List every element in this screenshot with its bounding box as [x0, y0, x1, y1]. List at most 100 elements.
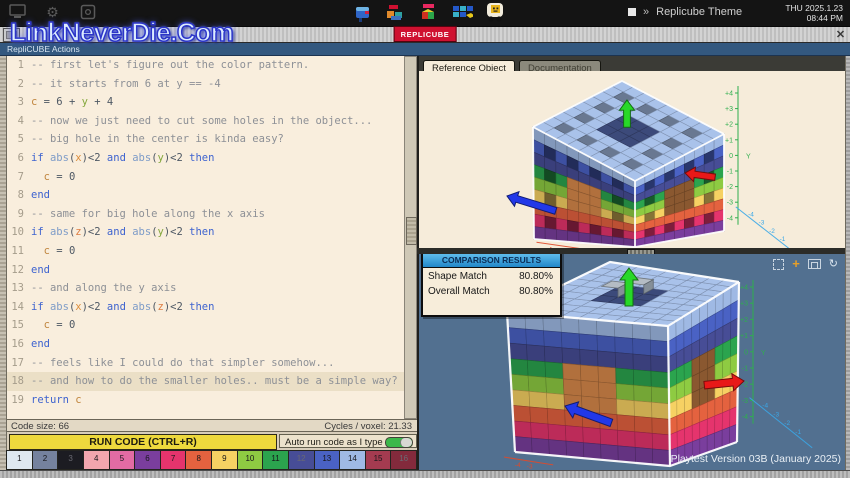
svg-text:+3: +3 [725, 106, 733, 113]
reference-object-view[interactable]: +4+3+2+10-1-2-3-4Y-4-3-4-3-2-1 [417, 71, 845, 248]
palette-swatch-14[interactable]: 14 [339, 450, 366, 470]
palette-swatch-12[interactable]: 12 [288, 450, 315, 470]
svg-text:-3: -3 [742, 398, 748, 405]
code-line[interactable]: 13-- and along the y axis [7, 279, 404, 298]
code-line[interactable]: 4-- now we just need to cut some holes i… [7, 112, 404, 131]
mailbox-app-icon[interactable] [352, 2, 374, 24]
line-number: 17 [7, 354, 31, 373]
frames-icon[interactable] [808, 259, 821, 269]
autorun-toggle[interactable] [385, 437, 413, 448]
reference-cube[interactable]: +4+3+2+10-1-2-3-4Y-4-3-4-3-2-1 [419, 71, 845, 248]
line-number: 19 [7, 391, 31, 410]
palette-swatch-8[interactable]: 8 [185, 450, 212, 470]
code-line[interactable]: 19return c [7, 391, 404, 410]
code-line[interactable]: 14if abs(x)<2 and abs(z)<2 then [7, 298, 404, 317]
line-number: 14 [7, 298, 31, 317]
svg-text:Y: Y [746, 153, 751, 160]
window-edge-right [845, 56, 850, 470]
reset-view-icon[interactable]: ↻ [829, 259, 838, 270]
code-line[interactable]: 18-- and how to do the smaller holes.. m… [7, 372, 404, 391]
robot-app-icon[interactable] [484, 2, 506, 24]
autorun-label: Auto run code as I type [285, 437, 383, 448]
code-line[interactable]: 1-- first let's figure out the color pat… [7, 56, 404, 75]
code-line[interactable]: 3c = 6 + y + 4 [7, 93, 404, 112]
palette-swatch-5[interactable]: 5 [109, 450, 136, 470]
crosshair-icon[interactable]: + [792, 259, 800, 269]
comparison-row: Overall Match80.80% [423, 283, 560, 298]
svg-text:-4: -4 [742, 414, 748, 421]
code-line[interactable]: 5-- big hole in the center is kinda easy… [7, 130, 404, 149]
palette-swatch-2[interactable]: 2 [32, 450, 59, 470]
output-view[interactable]: +4+3+2+10-1-2-3-4Y-4-3-4-3-2-1 COMPARISO… [417, 254, 845, 470]
comparison-row: Shape Match80.80% [423, 268, 560, 283]
svg-text:-3: -3 [527, 464, 533, 470]
code-line[interactable]: 9-- same for big hole along the x axis [7, 205, 404, 224]
svg-text:-1: -1 [742, 366, 748, 373]
line-number: 5 [7, 130, 31, 149]
cycles-label: Cycles / voxel: 21.33 [324, 421, 412, 432]
autorun-checkbox[interactable]: Auto run code as I type [279, 434, 417, 448]
line-number: 3 [7, 93, 31, 112]
palette-swatch-13[interactable]: 13 [314, 450, 341, 470]
watermark: LinkNeverDie.Com [10, 17, 233, 48]
selection-icon[interactable] [773, 259, 784, 270]
palette-swatch-9[interactable]: 9 [211, 450, 238, 470]
svg-text:+4: +4 [725, 91, 733, 98]
window-title-tab[interactable]: REPLICUBE [394, 26, 457, 42]
code-line[interactable]: 16end [7, 335, 404, 354]
code-size-label: Code size: 66 [11, 421, 69, 432]
palette-swatch-16[interactable]: 16 [390, 450, 417, 470]
line-number: 9 [7, 205, 31, 224]
code-editor[interactable]: 1-- first let's figure out the color pat… [7, 56, 404, 419]
replicube-screen: ⚙ » Replicube Theme [0, 0, 850, 478]
toggle-knob [400, 438, 412, 447]
window-edge-left [0, 56, 7, 470]
code-line[interactable]: 12end [7, 261, 404, 280]
comparison-title[interactable]: COMPARISON RESULTS [423, 254, 560, 268]
code-line[interactable]: 6if abs(x)<2 and abs(y)<2 then [7, 149, 404, 168]
palette-swatch-6[interactable]: 6 [134, 450, 161, 470]
svg-text:-3: -3 [773, 411, 779, 418]
tiles-app-icon[interactable] [451, 2, 473, 24]
theme-label: Replicube Theme [656, 6, 742, 18]
clock-date: THU 2025.1.23 [785, 3, 843, 13]
line-number: 12 [7, 261, 31, 280]
crates-app-icon[interactable] [385, 2, 407, 24]
line-number: 18 [7, 372, 31, 391]
taskbar-clock: THU 2025.1.23 08:44 PM [785, 3, 843, 23]
svg-text:-4: -4 [727, 215, 733, 222]
svg-text:-1: -1 [795, 429, 801, 436]
svg-text:-3: -3 [759, 220, 765, 227]
code-line[interactable]: 11 c = 0 [7, 242, 404, 261]
palette-swatch-3[interactable]: 3 [57, 450, 84, 470]
palette-swatch-15[interactable]: 15 [365, 450, 392, 470]
palette-swatch-1[interactable]: 1 [6, 450, 33, 470]
scrollbar-thumb[interactable] [406, 217, 417, 245]
code-line[interactable]: 7 c = 0 [7, 168, 404, 187]
close-icon[interactable]: ✕ [833, 28, 848, 41]
svg-text:-4: -4 [748, 211, 754, 218]
code-line[interactable]: 10if abs(z)<2 and abs(y)<2 then [7, 223, 404, 242]
palette-swatch-4[interactable]: 4 [83, 450, 110, 470]
cubes-app-icon[interactable] [418, 2, 440, 24]
svg-text:0: 0 [729, 153, 733, 160]
palette-swatch-7[interactable]: 7 [160, 450, 187, 470]
line-number: 13 [7, 279, 31, 298]
stop-icon [628, 8, 636, 16]
palette-swatch-10[interactable]: 10 [237, 450, 264, 470]
svg-text:-2: -2 [727, 184, 733, 191]
taskbar-app-icons [352, 2, 506, 24]
svg-text:-2: -2 [769, 228, 775, 235]
palette-swatch-11[interactable]: 11 [262, 450, 289, 470]
code-line[interactable]: 8end [7, 186, 404, 205]
svg-text:-3: -3 [727, 200, 733, 207]
line-number: 8 [7, 186, 31, 205]
taskbar-theme-indicator[interactable]: » Replicube Theme [628, 6, 742, 18]
svg-text:-1: -1 [780, 236, 786, 243]
code-line[interactable]: 2-- it starts from 6 at y == -4 [7, 75, 404, 94]
code-line[interactable]: 15 c = 0 [7, 316, 404, 335]
code-scrollbar[interactable] [404, 56, 417, 419]
code-line[interactable]: 17-- feels like I could do that simpler … [7, 354, 404, 373]
run-code-button[interactable]: RUN CODE (CTRL+R) [9, 434, 277, 450]
window-edge-bottom [0, 470, 850, 478]
